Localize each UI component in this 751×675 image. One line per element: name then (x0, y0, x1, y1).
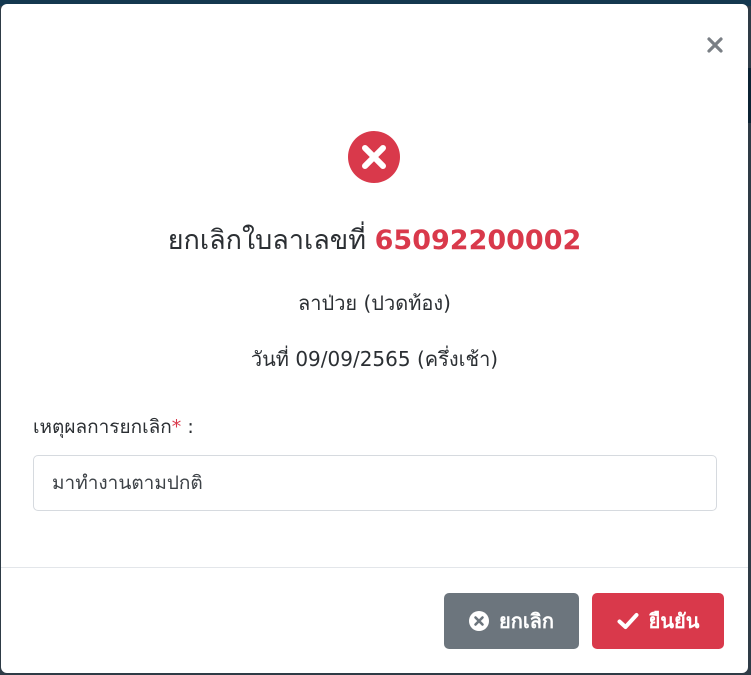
cancel-button-label: ยกเลิก (498, 609, 555, 633)
check-icon (617, 612, 639, 630)
close-icon (707, 37, 723, 53)
document-number: 65092200002 (374, 225, 582, 256)
error-circle-icon (348, 131, 400, 183)
reason-label-text: เหตุผลการยกเลิก (33, 416, 172, 438)
leave-date: วันที่ 09/09/2565 (ครึ่งเช้า) (250, 347, 499, 371)
leave-type: ลาป่วย (ปวดท้อง) (298, 291, 451, 315)
cancel-leave-dialog: ยกเลิกใบลาเลขที่ 65092200002 ลาป่วย (ปวด… (1, 4, 748, 673)
footer-divider (1, 567, 748, 568)
times-circle-icon (468, 611, 489, 631)
cancel-button[interactable]: ยกเลิก (444, 593, 579, 649)
dialog-title: ยกเลิกใบลาเลขที่ 65092200002 (1, 218, 748, 261)
required-mark: * (171, 416, 182, 438)
reason-input[interactable] (33, 455, 717, 511)
close-button[interactable] (702, 32, 728, 58)
reason-label-separator: : (181, 416, 194, 438)
confirm-button[interactable]: ยืนยัน (592, 593, 724, 649)
title-prefix: ยกเลิกใบลาเลขที่ (167, 225, 367, 256)
confirm-button-label: ยืนยัน (648, 609, 700, 633)
reason-label: เหตุผลการยกเลิก* : (33, 412, 194, 442)
